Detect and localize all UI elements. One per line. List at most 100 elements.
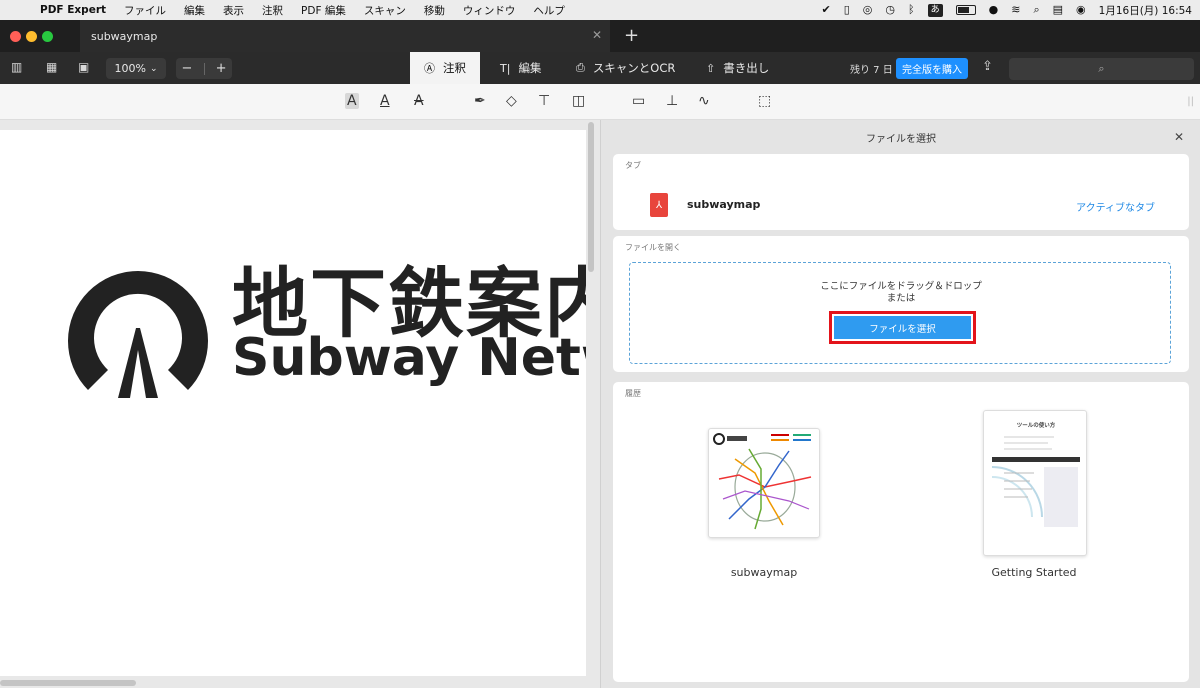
menu-bar: PDF Expert ファイル 編集 表示 注釈 PDF 編集 スキャン 移動 … [0,0,1200,20]
menu-view[interactable]: 表示 [214,3,253,18]
open-file-section: ファイルを開く ここにファイルをドラッグ＆ドロップ または ファイルを選択 [613,236,1189,372]
recent-file-thumbnail-subwaymap[interactable] [708,428,820,538]
edit-text-icon: T| [500,61,511,75]
tab-export[interactable]: ⇧ 書き出し [706,52,769,84]
drop-line-1: ここにファイルをドラッグ＆ドロップ [820,281,982,292]
checkmark-circle-icon[interactable]: ✔ [822,0,831,20]
eraser-icon[interactable]: ◇ [506,93,517,109]
control-center-icon[interactable]: ▤ [1053,0,1063,20]
subway-logo-icon [68,271,208,398]
window-zoom-button[interactable] [42,31,53,42]
clipboard-icon[interactable]: ▯ [844,0,850,20]
recent-file-thumbnail-getting-started[interactable]: ツールの使い方 [983,410,1087,556]
zoom-level-value: 100% [114,62,146,75]
file-select-panel: ファイルを選択 ✕ タブ ⅄ subwaymap アクティブなタブ ファイルを開… [600,120,1200,688]
recent-section-label: 履歴 [625,389,641,398]
bluetooth-icon[interactable]: ᛒ [908,0,915,20]
time-machine-icon[interactable]: ◷ [885,0,895,20]
drop-line-2: または [886,293,916,304]
menu-window[interactable]: ウィンドウ [454,3,525,18]
tab-edit[interactable]: T| 編集 [500,52,541,84]
choose-file-highlight: ファイルを選択 [829,311,976,344]
underline-text-icon[interactable]: A [380,93,390,109]
new-tab-icon[interactable]: + [624,25,639,46]
zoom-in-button[interactable]: + [216,61,227,76]
document-tab-title: subwaymap [91,29,158,43]
drop-instructions: ここにファイルをドラッグ＆ドロップ または [630,281,1172,305]
clock[interactable]: 1月16日(月) 16:54 [1099,3,1192,18]
signature-icon[interactable]: ∿ [698,93,710,109]
stamp-icon[interactable]: ⊥ [666,93,678,109]
menu-edit[interactable]: 編集 [175,3,214,18]
tab-close-icon[interactable]: ✕ [592,28,602,42]
panel-title: ファイルを選択 [866,133,936,145]
shapes-icon[interactable]: ◫ [572,93,585,109]
export-icon: ⇧ [706,61,716,75]
menu-app-name[interactable]: PDF Expert [40,4,115,16]
sidebar-toggle-icon[interactable]: ▥ [11,60,22,74]
thumbnail-title: ツールの使い方 [1016,423,1056,429]
buy-full-version-button[interactable]: 完全版を購入 [896,58,968,79]
zoom-out-button[interactable]: − [182,61,193,76]
share-icon[interactable]: ⇪ [982,59,993,74]
status-area: ✔ ▯ ◎ ◷ ᛒ あ ● ≋ ⌕ ▤ ◉ 1月16日(月) 16:54 [822,0,1192,20]
main-toolbar: ▥ ▦ ▣ 100% ⌄ − + Ⓐ 注釈 T| 編集 ⎙ スキャンとOCR ⇧… [0,52,1200,84]
battery-icon[interactable] [955,5,976,15]
spotlight-search-icon[interactable]: ⌕ [1033,0,1039,20]
tab-export-label: 書き出し [723,61,770,75]
annotation-toolbar: A A A ✒ ◇ ⊤ ◫ ▭ ⊥ ∿ ⬚ || [0,84,1200,120]
document-viewer: 地下鉄案内 Subway Network [0,120,600,688]
scan-ocr-icon: ⎙ [576,61,585,74]
recent-file-name[interactable]: subwaymap [689,566,839,579]
tab-annotate-label: 注釈 [443,61,466,75]
menu-annotate[interactable]: 注釈 [253,3,292,18]
recent-file-name[interactable]: Getting Started [959,566,1109,579]
comment-icon[interactable]: ▭ [632,93,645,109]
menu-file[interactable]: ファイル [115,3,175,18]
selection-icon[interactable]: ⬚ [758,93,771,109]
getting-started-thumbnail-icon [991,436,1080,527]
tab-edit-label: 編集 [518,61,542,75]
choose-file-button[interactable]: ファイルを選択 [834,316,971,339]
airdrop-icon[interactable]: ◎ [863,0,873,20]
toolbar-grip-icon[interactable]: || [1187,96,1194,107]
highlight-text-icon[interactable]: A [345,93,359,109]
open-tab-file-name[interactable]: subwaymap [687,198,760,211]
close-icon[interactable]: ✕ [1174,130,1184,144]
siri-icon[interactable]: ◉ [1076,0,1086,20]
tabs-section-label: タブ [625,161,641,170]
wifi-icon[interactable]: ≋ [1011,0,1020,20]
text-box-icon[interactable]: ⊤ [538,93,550,109]
menu-scan[interactable]: スキャン [355,3,415,18]
menu-pdf-edit[interactable]: PDF 編集 [292,3,355,18]
annotate-icon: Ⓐ [424,62,435,75]
horizontal-scrollbar[interactable] [0,680,136,686]
active-tab-link[interactable]: アクティブなタブ [1076,199,1155,214]
file-drop-zone[interactable]: ここにファイルをドラッグ＆ドロップ または ファイルを選択 [629,262,1171,364]
pen-icon[interactable]: ✒ [474,93,486,109]
window-close-button[interactable] [10,31,21,42]
search-input[interactable]: ⌕ [1009,58,1194,80]
strikethrough-text-icon[interactable]: A [414,93,424,109]
zoom-stepper: − + [176,58,232,79]
user-icon[interactable]: ● [989,0,999,20]
vertical-scrollbar[interactable] [588,122,594,272]
tab-annotate[interactable]: Ⓐ 注釈 [410,52,480,84]
tab-scan-ocr[interactable]: ⎙ スキャンとOCR [576,52,675,84]
chevron-down-icon: ⌄ [149,63,158,74]
thumbnails-grid-icon[interactable]: ▦ [46,60,57,74]
pdf-file-icon: ⅄ [650,193,668,217]
subway-map-thumbnail-icon [713,433,812,530]
menu-help[interactable]: ヘルプ [524,3,574,18]
zoom-level-dropdown[interactable]: 100% ⌄ [106,58,166,79]
document-tab[interactable]: subwaymap ✕ [80,20,610,52]
tabs-section: タブ ⅄ subwaymap アクティブなタブ [613,154,1189,230]
search-icon: ⌕ [1098,62,1105,75]
recent-files-section: 履歴 subwaymap ツールの使い方 Getting Started [613,382,1189,682]
open-file-section-label: ファイルを開く [625,243,681,252]
window-minimize-button[interactable] [26,31,37,42]
reading-mode-icon[interactable]: ▣ [78,60,89,74]
menu-go[interactable]: 移動 [415,3,454,18]
pdf-page[interactable]: 地下鉄案内 Subway Network [0,130,586,676]
input-method-icon[interactable]: あ [927,3,943,17]
